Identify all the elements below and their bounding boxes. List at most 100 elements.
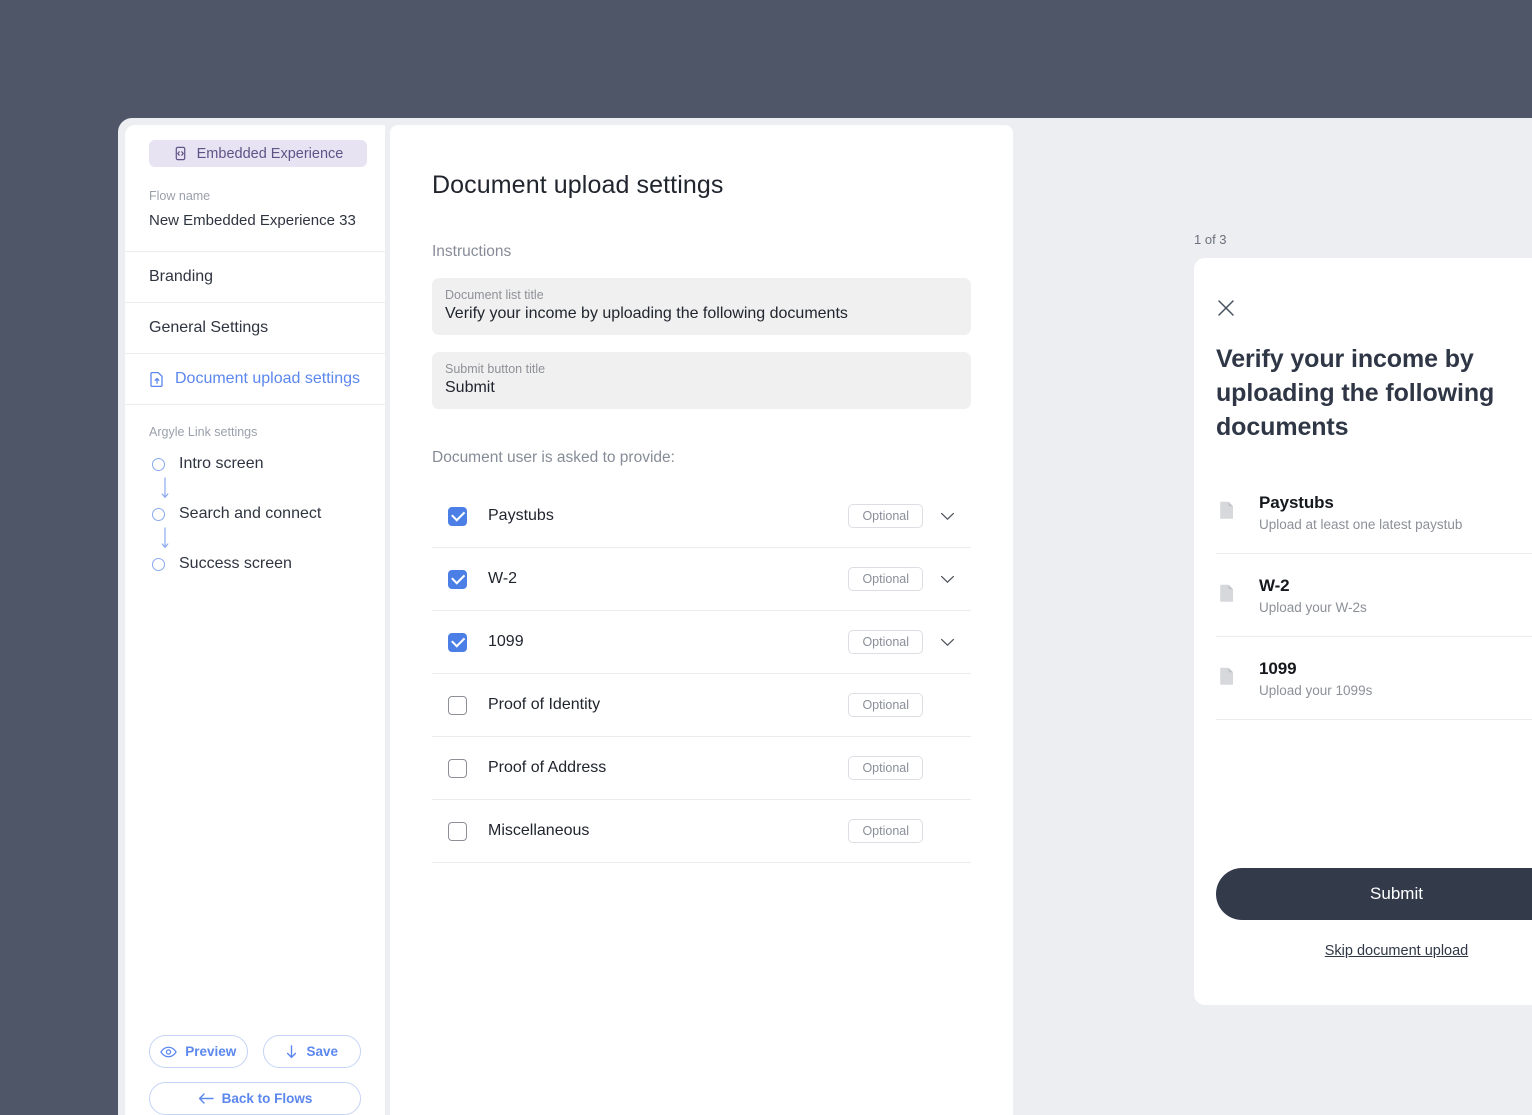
status-badge[interactable]: Optional (848, 756, 923, 780)
document-checkbox[interactable] (448, 633, 467, 652)
expand-slot[interactable] (923, 638, 971, 647)
flow-name-value: New Embedded Experience 33 (149, 210, 361, 231)
list-item-subtitle: Upload your 1099s (1259, 683, 1532, 698)
document-name-label: Proof of Address (488, 759, 848, 777)
document-icon (1220, 667, 1236, 690)
instructions-label: Instructions (432, 243, 971, 261)
list-item-title: W-2 (1259, 576, 1532, 596)
flow-name-block: Flow name New Embedded Experience 33 (125, 167, 385, 252)
flow-name-label: Flow name (149, 189, 361, 203)
step-dot-icon (152, 558, 165, 571)
link-settings-title: Argyle Link settings (149, 425, 361, 439)
document-name-label: Miscellaneous (488, 822, 848, 840)
expand-slot[interactable] (923, 512, 971, 521)
sidebar: Embedded Experience Flow name New Embedd… (125, 125, 385, 1115)
list-item-subtitle: Upload your W-2s (1259, 600, 1532, 615)
status-badge[interactable]: Optional (848, 504, 923, 528)
documents-provide-label: Document user is asked to provide: (432, 449, 971, 467)
list-item[interactable]: Paystubs Upload at least one latest payst… (1216, 471, 1532, 554)
document-checkbox[interactable] (448, 570, 467, 589)
step-connector-arrow-icon (158, 477, 362, 501)
document-name-label: 1099 (488, 633, 848, 651)
sidebar-item-label: Document upload settings (175, 370, 360, 388)
sidebar-footer: Preview Save Back to Flow (125, 1035, 385, 1115)
table-row: Proof of IdentityOptional (432, 674, 971, 737)
preview-button-label: Preview (185, 1044, 236, 1059)
preview-step-counter: 1 of 3 (1194, 232, 1227, 247)
document-icon (1220, 501, 1236, 524)
table-row: MiscellaneousOptional (432, 800, 971, 863)
step-label: Intro screen (179, 455, 263, 473)
preview-region: 1 of 3 Verify your (1013, 118, 1532, 1115)
submit-button-title-field[interactable]: Submit button title Submit (432, 352, 971, 409)
link-preview-card: Verify your income by uploading the foll… (1194, 258, 1532, 1005)
embedded-experience-icon (173, 146, 188, 161)
sidebar-item-branding[interactable]: Branding (125, 252, 385, 303)
document-icon (1220, 584, 1236, 607)
status-badge[interactable]: Optional (848, 630, 923, 654)
step-label: Search and connect (179, 505, 321, 523)
app-shell: Embedded Experience Flow name New Embedd… (118, 118, 1532, 1115)
back-to-flows-button[interactable]: Back to Flows (149, 1082, 361, 1115)
preview-document-list: Paystubs Upload at least one latest payst… (1216, 471, 1532, 720)
sidebar-step-search-and-connect[interactable]: Search and connect (149, 501, 361, 527)
download-arrow-icon (285, 1045, 298, 1059)
document-name-label: Proof of Identity (488, 696, 848, 714)
step-label: Success screen (179, 555, 292, 573)
table-row: W-2Optional (432, 548, 971, 611)
list-item-subtitle: Upload at least one latest paystub (1259, 517, 1532, 532)
list-item-title: 1099 (1259, 659, 1532, 679)
document-name-label: W-2 (488, 570, 848, 588)
sidebar-item-general-settings[interactable]: General Settings (125, 303, 385, 354)
step-dot-icon (152, 508, 165, 521)
table-row: Proof of AddressOptional (432, 737, 971, 800)
status-badge[interactable]: Optional (848, 567, 923, 591)
table-row: 1099Optional (432, 611, 971, 674)
preview-button[interactable]: Preview (149, 1035, 248, 1068)
settings-panel: Document upload settings Instructions Do… (390, 125, 1013, 1115)
sidebar-item-document-upload-settings[interactable]: Document upload settings (125, 354, 385, 405)
step-connector-arrow-icon (158, 527, 362, 551)
chevron-down-icon[interactable] (940, 638, 955, 647)
argyle-link-settings: Argyle Link settings Intro screen Search… (125, 405, 385, 1035)
document-checkbox[interactable] (448, 507, 467, 526)
table-row: PaystubsOptional (432, 485, 971, 548)
preview-title: Verify your income by uploading the foll… (1216, 342, 1532, 444)
preview-submit-button[interactable]: Submit (1216, 868, 1532, 920)
list-item-title: Paystubs (1259, 493, 1532, 513)
status-badge[interactable]: Optional (848, 693, 923, 717)
list-item[interactable]: W-2 Upload your W-2s (1216, 554, 1532, 637)
embedded-experience-tab[interactable]: Embedded Experience (149, 140, 367, 167)
status-badge[interactable]: Optional (848, 819, 923, 843)
field-label: Submit button title (445, 362, 958, 376)
sidebar-item-label: Branding (149, 268, 213, 286)
document-name-label: Paystubs (488, 507, 848, 525)
document-list-title-input[interactable]: Verify your income by uploading the foll… (445, 305, 958, 323)
document-checkbox[interactable] (448, 822, 467, 841)
arrow-left-icon (198, 1092, 214, 1105)
document-type-list: PaystubsOptionalW-2Optional1099OptionalP… (432, 485, 971, 863)
save-button[interactable]: Save (263, 1035, 362, 1068)
sidebar-step-success-screen[interactable]: Success screen (149, 551, 361, 577)
save-button-label: Save (306, 1044, 338, 1059)
eye-icon (160, 1046, 177, 1058)
document-list-title-field[interactable]: Document list title Verify your income b… (432, 278, 971, 335)
sidebar-step-intro-screen[interactable]: Intro screen (149, 451, 361, 477)
chevron-down-icon[interactable] (940, 575, 955, 584)
chevron-down-icon[interactable] (940, 512, 955, 521)
step-dot-icon (152, 458, 165, 471)
expand-slot[interactable] (923, 575, 971, 584)
page-title: Document upload settings (432, 171, 971, 200)
document-upload-icon (149, 371, 165, 388)
embedded-experience-label: Embedded Experience (197, 146, 344, 162)
list-item[interactable]: 1099 Upload your 1099s (1216, 637, 1532, 720)
submit-button-title-input[interactable]: Submit (445, 379, 958, 397)
back-to-flows-label: Back to Flows (222, 1091, 313, 1106)
close-icon[interactable] (1216, 298, 1238, 320)
sidebar-item-label: General Settings (149, 319, 268, 337)
preview-skip-link[interactable]: Skip document upload (1194, 943, 1532, 959)
preview-toolbar: 1 of 3 (1194, 230, 1532, 248)
field-label: Document list title (445, 288, 958, 302)
document-checkbox[interactable] (448, 759, 467, 778)
document-checkbox[interactable] (448, 696, 467, 715)
